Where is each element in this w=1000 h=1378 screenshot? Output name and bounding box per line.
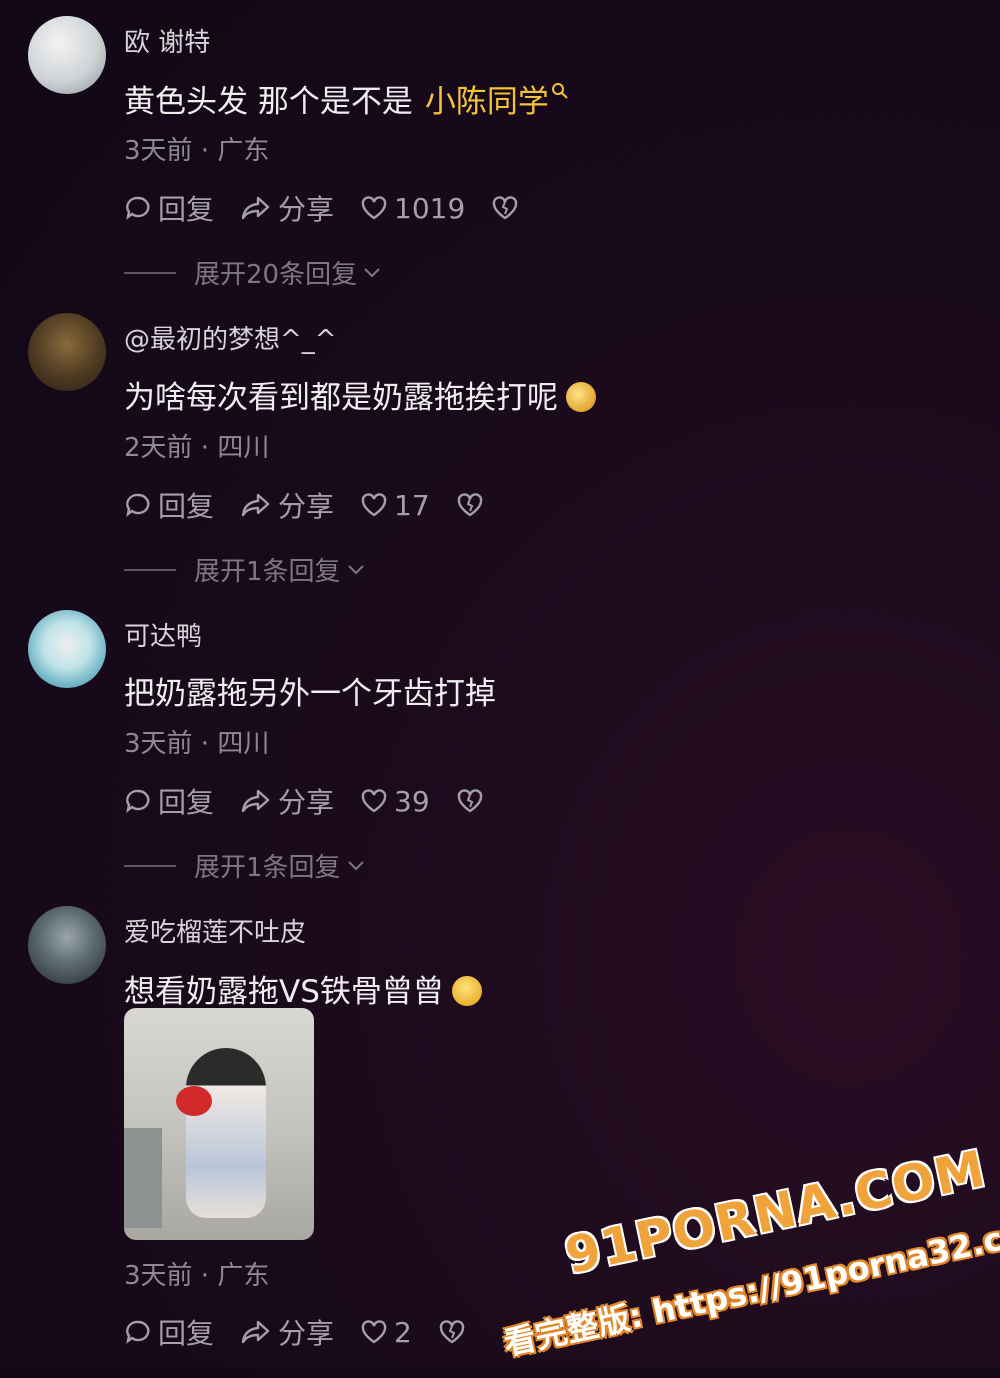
reply-icon — [126, 196, 150, 220]
emoji-icon — [566, 382, 596, 412]
broken-heart-icon — [493, 196, 518, 220]
reply-label: 回复 — [158, 1317, 215, 1350]
share-button[interactable]: 分享 — [240, 1312, 334, 1352]
share-button[interactable]: 分享 — [240, 781, 334, 821]
expand-label: 展开20条回复 — [194, 260, 358, 290]
expand-label: 展开1条回复 — [194, 853, 341, 883]
comment-meta: 3天前 · 广东 — [124, 1261, 270, 1291]
divider-line — [124, 271, 176, 274]
avatar[interactable] — [28, 16, 106, 94]
comment-text-body: 想看奶露拖VS铁骨曾曾 — [124, 974, 444, 1010]
comment-text: 为啥每次看到都是奶露拖挨打呢 — [124, 372, 596, 417]
like-count: 1019 — [394, 191, 466, 225]
reply-icon — [126, 1320, 150, 1344]
comment-meta: 3天前 · 广东 — [124, 136, 270, 166]
search-icon — [551, 83, 568, 99]
share-button[interactable]: 分享 — [240, 188, 334, 228]
reply-label: 回复 — [158, 786, 215, 819]
expand-replies-button[interactable]: 展开1条回复 — [124, 847, 365, 884]
expand-label: 展开1条回复 — [194, 557, 341, 587]
reply-label: 回复 — [158, 193, 215, 226]
broken-heart-icon — [457, 493, 482, 517]
like-count: 17 — [394, 488, 430, 522]
dislike-button[interactable] — [491, 195, 525, 221]
heart-icon — [361, 493, 387, 517]
heart-icon — [361, 196, 387, 220]
comment-meta: 2天前 · 四川 — [124, 433, 270, 463]
reply-icon — [126, 789, 150, 813]
comment-text: 想看奶露拖VS铁骨曾曾 — [124, 966, 482, 1011]
comment-actions: 回复 分享 17 — [124, 485, 516, 525]
comment-text-body: 为啥每次看到都是奶露拖挨打呢 — [124, 380, 558, 416]
reply-button[interactable]: 回复 — [124, 1312, 214, 1352]
chevron-down-icon — [347, 860, 364, 870]
broken-heart-icon — [439, 1320, 465, 1344]
username[interactable]: 欧 谢特 — [124, 22, 210, 59]
share-label: 分享 — [278, 1317, 335, 1350]
like-button[interactable]: 2 — [360, 1316, 412, 1349]
like-count: 39 — [394, 784, 430, 818]
broken-heart-icon — [457, 789, 482, 813]
avatar[interactable] — [28, 906, 106, 984]
dislike-button[interactable] — [456, 788, 490, 814]
heart-icon — [361, 789, 387, 813]
share-icon — [241, 789, 270, 813]
reply-button[interactable]: 回复 — [124, 188, 214, 228]
share-label: 分享 — [278, 490, 335, 523]
reply-icon — [126, 493, 150, 517]
like-button[interactable]: 1019 — [360, 192, 465, 225]
username[interactable]: 爱吃榴莲不吐皮 — [124, 912, 306, 949]
share-icon — [241, 196, 270, 220]
chevron-down-icon — [347, 564, 364, 574]
reply-button[interactable]: 回复 — [124, 781, 214, 821]
comment-actions: 回复 分享 2 — [124, 1312, 498, 1352]
expand-replies-button[interactable]: 展开1条回复 — [124, 551, 365, 588]
share-button[interactable]: 分享 — [240, 485, 334, 525]
username[interactable]: @最初的梦想^_^ — [124, 319, 337, 356]
share-label: 分享 — [278, 193, 335, 226]
expand-replies-button[interactable]: 展开20条回复 — [124, 254, 381, 291]
heart-icon — [361, 1320, 387, 1344]
username[interactable]: 可达鸭 — [124, 616, 202, 653]
reply-button[interactable]: 回复 — [124, 485, 214, 525]
comment-actions: 回复 分享 39 — [124, 781, 516, 821]
search-link[interactable]: 小陈同学 — [425, 83, 569, 120]
dislike-button[interactable] — [456, 492, 490, 518]
divider-line — [124, 568, 176, 571]
avatar[interactable] — [28, 610, 106, 688]
comment-meta: 3天前 · 四川 — [124, 729, 270, 759]
emoji-icon — [451, 976, 482, 1006]
comment-text: 把奶露拖另外一个牙齿打掉 — [124, 676, 496, 712]
share-label: 分享 — [278, 786, 335, 819]
comment-image[interactable] — [124, 1008, 314, 1240]
divider-line — [124, 864, 176, 867]
comment-actions: 回复 分享 1019 — [124, 188, 551, 228]
share-icon — [241, 493, 270, 517]
avatar[interactable] — [28, 313, 106, 391]
like-button[interactable]: 17 — [360, 489, 430, 522]
like-button[interactable]: 39 — [360, 785, 430, 818]
reply-label: 回复 — [158, 490, 215, 523]
comment-text: 黄色头发 那个是不是 小陈同学 — [124, 76, 569, 121]
chevron-down-icon — [364, 267, 380, 277]
like-count: 2 — [394, 1315, 412, 1349]
share-icon — [241, 1320, 270, 1344]
dislike-button[interactable] — [438, 1319, 472, 1345]
comment-text-body: 黄色头发 那个是不是 — [124, 84, 413, 120]
